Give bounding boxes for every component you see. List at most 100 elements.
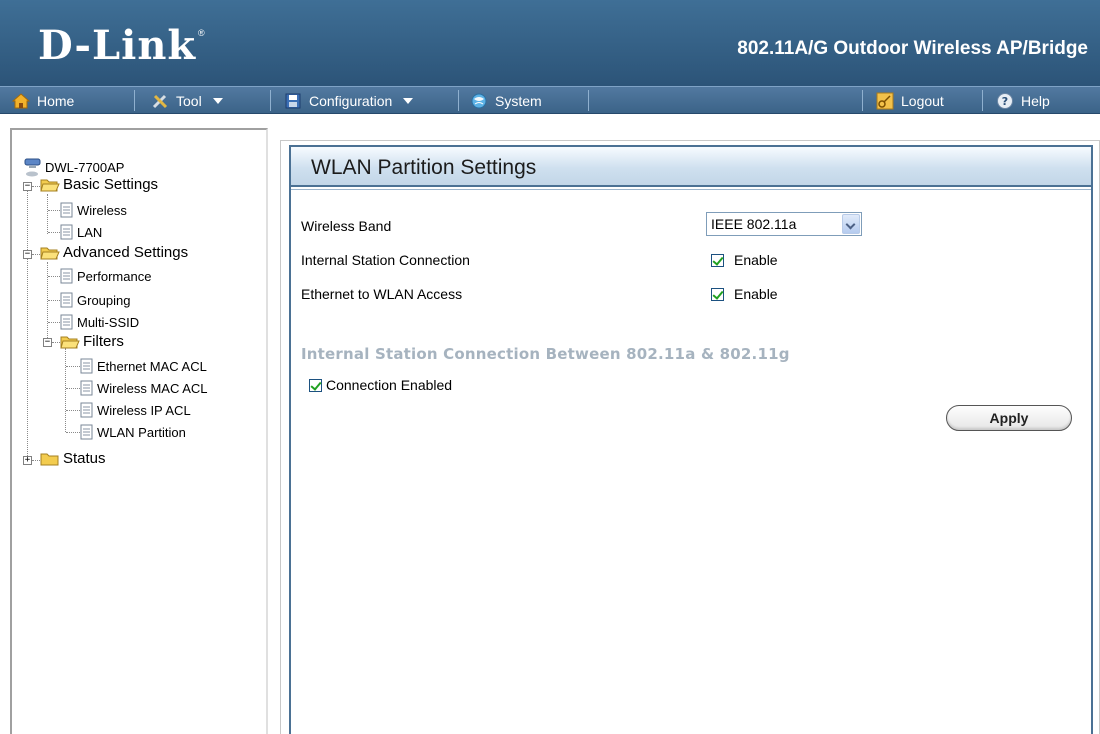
floppy-disk-icon: [285, 93, 301, 108]
internal-station-enable-label: Enable: [734, 252, 778, 268]
help-icon: ?: [997, 92, 1013, 109]
connection-enabled-option: Connection Enabled: [309, 377, 452, 393]
tree-item-wireless[interactable]: Wireless: [60, 202, 127, 218]
tree-connector: [66, 366, 80, 367]
menu-bar: Home Tool Configuration System Logout ? …: [0, 86, 1100, 114]
system-globe-icon: [471, 93, 487, 108]
wireless-band-value: IEEE 802.11a: [711, 216, 797, 232]
tree-expander-advanced[interactable]: −: [23, 250, 32, 259]
tree-connector: [48, 322, 60, 323]
tree-item-wireless-ip-acl[interactable]: Wireless IP ACL: [80, 402, 191, 418]
menu-separator: [862, 90, 863, 111]
menu-configuration-label: Configuration: [309, 92, 393, 109]
page-icon: [60, 202, 73, 218]
svg-text:?: ?: [1002, 95, 1008, 108]
tree-item-multi-ssid[interactable]: Multi-SSID: [60, 314, 139, 330]
tree-connector: [48, 300, 60, 301]
tree-expander-filters[interactable]: −: [43, 338, 52, 347]
tree-expander-status[interactable]: +: [23, 456, 32, 465]
tree-connector: [66, 388, 80, 389]
page-icon: [80, 424, 93, 440]
tree-advanced-settings[interactable]: Advanced Settings: [40, 244, 188, 261]
internal-station-enable-checkbox[interactable]: [711, 253, 724, 267]
tree-basic-settings[interactable]: Basic Settings: [40, 176, 158, 193]
menu-separator: [270, 90, 271, 111]
menu-tool[interactable]: Tool: [151, 87, 223, 114]
wireless-band-select[interactable]: IEEE 802.11a: [706, 212, 862, 236]
tree-root-dwl-7700ap[interactable]: DWL-7700AP: [24, 156, 124, 178]
tree-status[interactable]: Status: [40, 450, 106, 467]
tree-expander-basic[interactable]: −: [23, 182, 32, 191]
apply-button[interactable]: Apply: [946, 405, 1072, 431]
tree-filters[interactable]: Filters: [60, 333, 124, 350]
chevron-down-icon: [212, 97, 223, 104]
menu-home[interactable]: Home: [12, 87, 74, 114]
menu-separator: [588, 90, 589, 111]
menu-separator: [458, 90, 459, 111]
chevron-down-icon: [842, 214, 860, 234]
tree-connector: [48, 276, 60, 277]
menu-configuration[interactable]: Configuration: [284, 87, 414, 114]
menu-logout[interactable]: Logout: [876, 87, 944, 114]
page-icon: [60, 224, 73, 240]
internal-station-enable-option: Enable: [711, 252, 778, 268]
tree-advanced-settings-label: Advanced Settings: [63, 244, 189, 261]
dlink-logo: D-Link: [38, 22, 197, 69]
tree-item-wireless-mac-acl[interactable]: Wireless MAC ACL: [80, 380, 208, 396]
tree-item-lan-label: LAN: [77, 224, 103, 240]
main-content: WLAN Partition Settings Wireless Band IE…: [280, 140, 1100, 734]
tree-filters-label: Filters: [83, 333, 124, 350]
tree-item-lan[interactable]: LAN: [60, 224, 102, 240]
folder-open-icon: [40, 179, 60, 191]
tree-connector: [47, 262, 48, 340]
internal-station-connection-label: Internal Station Connection: [301, 252, 470, 268]
ethernet-to-wlan-label: Ethernet to WLAN Access: [301, 286, 463, 302]
menu-tool-label: Tool: [176, 92, 202, 109]
tree-connector: [32, 460, 40, 461]
access-point-icon: [24, 158, 41, 177]
page-title: WLAN Partition Settings: [311, 156, 537, 179]
tree-item-wireless-label: Wireless: [77, 202, 127, 218]
ethernet-to-wlan-enable-checkbox[interactable]: [711, 287, 724, 301]
tree-item-ethernet-mac-acl[interactable]: Ethernet MAC ACL: [80, 358, 207, 374]
tree-connector: [48, 232, 60, 233]
page-icon: [60, 292, 73, 308]
tree-item-wireless-ip-acl-label: Wireless IP ACL: [97, 402, 191, 418]
registered-mark: ®: [198, 28, 205, 38]
panel-title-bar: WLAN Partition Settings: [291, 147, 1091, 187]
tree-basic-settings-label: Basic Settings: [63, 176, 159, 193]
tree-item-multi-ssid-label: Multi-SSID: [77, 314, 140, 330]
wlan-partition-panel: WLAN Partition Settings Wireless Band IE…: [289, 145, 1093, 734]
connection-enabled-label: Connection Enabled: [326, 377, 453, 393]
tree-item-grouping[interactable]: Grouping: [60, 292, 130, 308]
tree-connector: [52, 342, 60, 343]
page-icon: [60, 268, 73, 284]
page-icon: [60, 314, 73, 330]
tree-status-label: Status: [63, 450, 106, 467]
section-heading: Internal Station Connection Between 802.…: [301, 345, 790, 363]
tree-connector: [32, 254, 40, 255]
header-banner: D-Link ® 802.11A/G Outdoor Wireless AP/B…: [0, 0, 1100, 86]
chevron-down-icon: [403, 97, 414, 104]
ethernet-to-wlan-enable-label: Enable: [734, 286, 778, 302]
tree-item-performance[interactable]: Performance: [60, 268, 151, 284]
tree-item-wlan-partition[interactable]: WLAN Partition: [80, 424, 186, 440]
tree-connector: [47, 194, 48, 234]
menu-help[interactable]: ? Help: [996, 87, 1050, 114]
tree-connector: [48, 210, 60, 211]
tree-connector: [66, 410, 80, 411]
menu-system[interactable]: System: [470, 87, 542, 114]
tree-connector: [32, 186, 40, 187]
tree-item-wireless-mac-acl-label: Wireless MAC ACL: [97, 380, 208, 396]
menu-separator: [134, 90, 135, 111]
folder-open-icon: [40, 247, 60, 259]
connection-enabled-checkbox[interactable]: [309, 378, 322, 392]
page-icon: [80, 380, 93, 396]
page-icon: [80, 358, 93, 374]
tree-item-wlan-partition-label: WLAN Partition: [97, 424, 186, 440]
folder-open-icon: [60, 336, 80, 348]
logout-key-icon: [876, 92, 894, 109]
home-icon: [12, 92, 30, 108]
product-title: 802.11A/G Outdoor Wireless AP/Bridge: [737, 38, 1088, 59]
page-icon: [80, 402, 93, 418]
